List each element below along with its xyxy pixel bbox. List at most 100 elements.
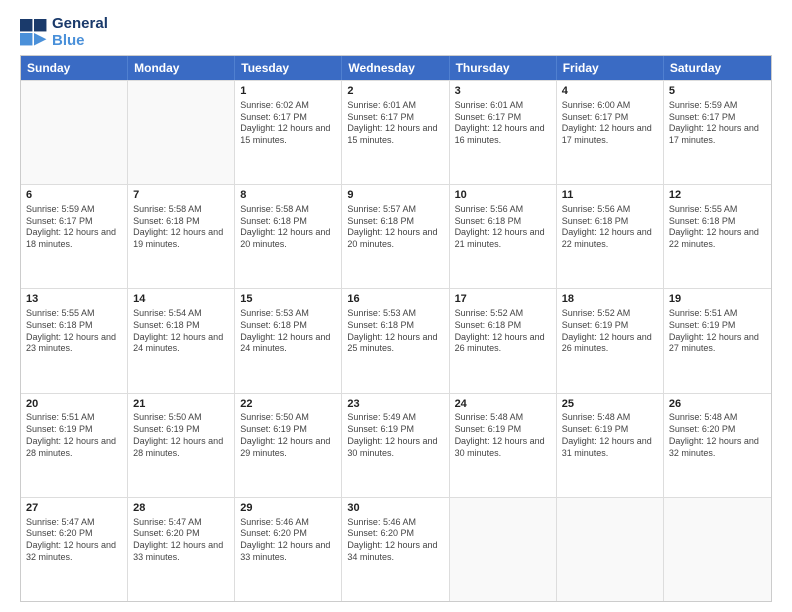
day-number: 18 [562,292,658,307]
day-number: 12 [669,188,766,203]
day-number: 13 [26,292,122,307]
day-number: 10 [455,188,551,203]
header: General Blue [20,16,772,49]
day-info: Sunrise: 5:57 AM Sunset: 6:18 PM Dayligh… [347,204,443,251]
cal-header-cell: Saturday [664,56,771,80]
day-info: Sunrise: 5:56 AM Sunset: 6:18 PM Dayligh… [455,204,551,251]
day-number: 27 [26,501,122,516]
cal-cell [128,81,235,184]
cal-cell: 3Sunrise: 6:01 AM Sunset: 6:17 PM Daylig… [450,81,557,184]
day-info: Sunrise: 5:51 AM Sunset: 6:19 PM Dayligh… [669,308,766,355]
cal-cell [664,498,771,601]
cal-cell: 9Sunrise: 5:57 AM Sunset: 6:18 PM Daylig… [342,185,449,288]
cal-cell: 18Sunrise: 5:52 AM Sunset: 6:19 PM Dayli… [557,289,664,392]
cal-week: 20Sunrise: 5:51 AM Sunset: 6:19 PM Dayli… [21,393,771,497]
day-info: Sunrise: 5:50 AM Sunset: 6:19 PM Dayligh… [240,412,336,459]
day-info: Sunrise: 5:48 AM Sunset: 6:19 PM Dayligh… [455,412,551,459]
day-info: Sunrise: 5:48 AM Sunset: 6:20 PM Dayligh… [669,412,766,459]
day-info: Sunrise: 6:02 AM Sunset: 6:17 PM Dayligh… [240,100,336,147]
day-info: Sunrise: 5:56 AM Sunset: 6:18 PM Dayligh… [562,204,658,251]
day-info: Sunrise: 6:01 AM Sunset: 6:17 PM Dayligh… [347,100,443,147]
cal-cell: 7Sunrise: 5:58 AM Sunset: 6:18 PM Daylig… [128,185,235,288]
day-info: Sunrise: 5:46 AM Sunset: 6:20 PM Dayligh… [347,517,443,564]
cal-cell: 26Sunrise: 5:48 AM Sunset: 6:20 PM Dayli… [664,394,771,497]
cal-cell: 25Sunrise: 5:48 AM Sunset: 6:19 PM Dayli… [557,394,664,497]
calendar: SundayMondayTuesdayWednesdayThursdayFrid… [20,55,772,602]
logo-text: General Blue [52,16,108,49]
calendar-header: SundayMondayTuesdayWednesdayThursdayFrid… [21,56,771,80]
day-number: 21 [133,397,229,412]
cal-cell: 28Sunrise: 5:47 AM Sunset: 6:20 PM Dayli… [128,498,235,601]
day-info: Sunrise: 5:52 AM Sunset: 6:19 PM Dayligh… [562,308,658,355]
cal-cell: 24Sunrise: 5:48 AM Sunset: 6:19 PM Dayli… [450,394,557,497]
cal-cell: 29Sunrise: 5:46 AM Sunset: 6:20 PM Dayli… [235,498,342,601]
day-number: 23 [347,397,443,412]
day-number: 11 [562,188,658,203]
cal-week: 1Sunrise: 6:02 AM Sunset: 6:17 PM Daylig… [21,80,771,184]
day-number: 24 [455,397,551,412]
page: General Blue SundayMondayTuesdayWednesda… [0,0,792,612]
cal-week: 27Sunrise: 5:47 AM Sunset: 6:20 PM Dayli… [21,497,771,601]
day-info: Sunrise: 5:52 AM Sunset: 6:18 PM Dayligh… [455,308,551,355]
day-number: 17 [455,292,551,307]
day-number: 22 [240,397,336,412]
logo: General Blue [20,16,108,49]
day-number: 5 [669,84,766,99]
day-number: 30 [347,501,443,516]
day-info: Sunrise: 5:55 AM Sunset: 6:18 PM Dayligh… [669,204,766,251]
cal-cell: 14Sunrise: 5:54 AM Sunset: 6:18 PM Dayli… [128,289,235,392]
cal-header-cell: Monday [128,56,235,80]
day-info: Sunrise: 5:51 AM Sunset: 6:19 PM Dayligh… [26,412,122,459]
day-number: 6 [26,188,122,203]
cal-week: 13Sunrise: 5:55 AM Sunset: 6:18 PM Dayli… [21,288,771,392]
day-info: Sunrise: 5:59 AM Sunset: 6:17 PM Dayligh… [26,204,122,251]
cal-cell: 11Sunrise: 5:56 AM Sunset: 6:18 PM Dayli… [557,185,664,288]
day-number: 16 [347,292,443,307]
day-info: Sunrise: 5:58 AM Sunset: 6:18 PM Dayligh… [133,204,229,251]
logo-icon [20,19,48,47]
day-info: Sunrise: 5:53 AM Sunset: 6:18 PM Dayligh… [347,308,443,355]
cal-cell [450,498,557,601]
day-number: 1 [240,84,336,99]
day-info: Sunrise: 5:47 AM Sunset: 6:20 PM Dayligh… [26,517,122,564]
day-number: 9 [347,188,443,203]
day-number: 4 [562,84,658,99]
day-number: 26 [669,397,766,412]
cal-cell: 21Sunrise: 5:50 AM Sunset: 6:19 PM Dayli… [128,394,235,497]
day-info: Sunrise: 5:54 AM Sunset: 6:18 PM Dayligh… [133,308,229,355]
cal-cell: 6Sunrise: 5:59 AM Sunset: 6:17 PM Daylig… [21,185,128,288]
cal-cell: 10Sunrise: 5:56 AM Sunset: 6:18 PM Dayli… [450,185,557,288]
day-info: Sunrise: 5:58 AM Sunset: 6:18 PM Dayligh… [240,204,336,251]
day-info: Sunrise: 5:49 AM Sunset: 6:19 PM Dayligh… [347,412,443,459]
day-info: Sunrise: 5:55 AM Sunset: 6:18 PM Dayligh… [26,308,122,355]
day-info: Sunrise: 5:47 AM Sunset: 6:20 PM Dayligh… [133,517,229,564]
cal-cell: 12Sunrise: 5:55 AM Sunset: 6:18 PM Dayli… [664,185,771,288]
day-info: Sunrise: 5:48 AM Sunset: 6:19 PM Dayligh… [562,412,658,459]
cal-header-cell: Sunday [21,56,128,80]
cal-cell: 19Sunrise: 5:51 AM Sunset: 6:19 PM Dayli… [664,289,771,392]
day-number: 19 [669,292,766,307]
cal-cell: 17Sunrise: 5:52 AM Sunset: 6:18 PM Dayli… [450,289,557,392]
day-info: Sunrise: 5:53 AM Sunset: 6:18 PM Dayligh… [240,308,336,355]
cal-cell: 8Sunrise: 5:58 AM Sunset: 6:18 PM Daylig… [235,185,342,288]
day-number: 2 [347,84,443,99]
day-info: Sunrise: 6:01 AM Sunset: 6:17 PM Dayligh… [455,100,551,147]
day-number: 14 [133,292,229,307]
cal-cell: 1Sunrise: 6:02 AM Sunset: 6:17 PM Daylig… [235,81,342,184]
cal-header-cell: Tuesday [235,56,342,80]
day-info: Sunrise: 5:50 AM Sunset: 6:19 PM Dayligh… [133,412,229,459]
day-number: 28 [133,501,229,516]
cal-cell [557,498,664,601]
cal-header-cell: Friday [557,56,664,80]
cal-cell: 5Sunrise: 5:59 AM Sunset: 6:17 PM Daylig… [664,81,771,184]
cal-cell: 2Sunrise: 6:01 AM Sunset: 6:17 PM Daylig… [342,81,449,184]
day-number: 29 [240,501,336,516]
cal-header-cell: Wednesday [342,56,449,80]
cal-cell: 4Sunrise: 6:00 AM Sunset: 6:17 PM Daylig… [557,81,664,184]
cal-cell: 15Sunrise: 5:53 AM Sunset: 6:18 PM Dayli… [235,289,342,392]
cal-cell: 23Sunrise: 5:49 AM Sunset: 6:19 PM Dayli… [342,394,449,497]
day-number: 3 [455,84,551,99]
day-number: 7 [133,188,229,203]
day-number: 20 [26,397,122,412]
day-info: Sunrise: 5:46 AM Sunset: 6:20 PM Dayligh… [240,517,336,564]
